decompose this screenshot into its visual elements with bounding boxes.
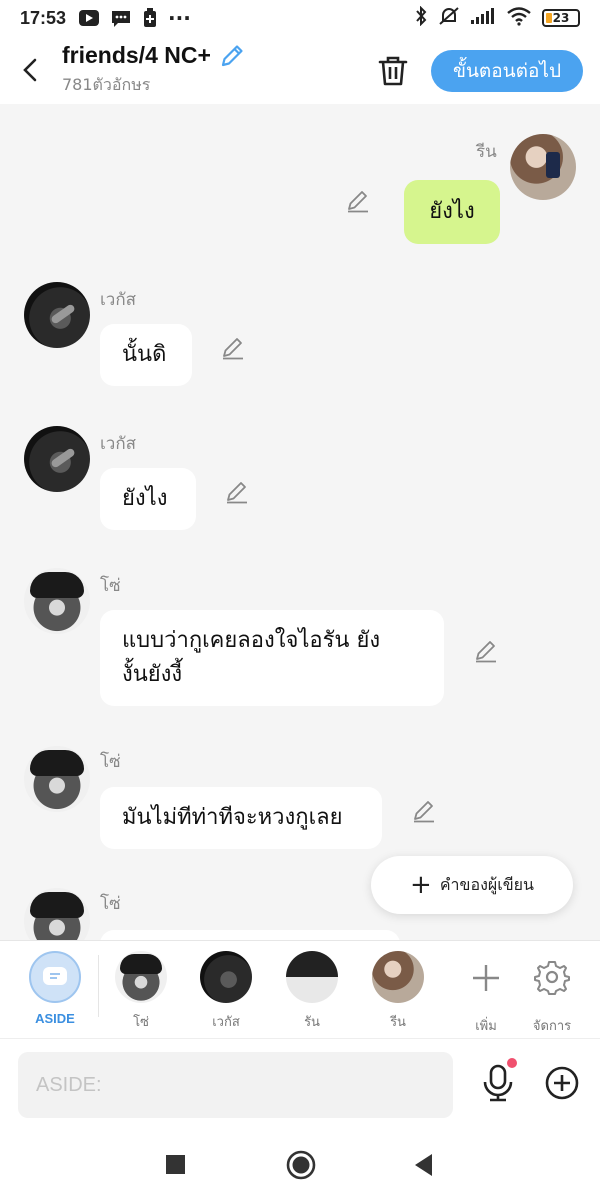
plus-icon [473, 965, 499, 991]
system-nav-bar [0, 1130, 600, 1200]
bluetooth-icon [414, 5, 428, 31]
message-icon [110, 8, 132, 28]
screen-record-icon [78, 8, 100, 28]
edit-message-icon[interactable] [345, 188, 371, 214]
avatar-so[interactable] [24, 746, 90, 812]
character-label: ASIDE [35, 1011, 75, 1026]
input-bar [0, 1038, 600, 1130]
gear-icon [534, 961, 570, 995]
microphone-icon[interactable] [480, 1063, 516, 1103]
next-step-button[interactable]: ขั้นตอนต่อไป [431, 50, 583, 92]
character-so[interactable]: โซ่ [106, 951, 176, 1032]
avatar-vegas[interactable] [24, 282, 90, 348]
message-bubble[interactable]: ยังไง [404, 180, 500, 244]
sender-name: โซ่ [100, 576, 121, 596]
plus-icon: + [410, 870, 432, 900]
character-label: รีน [390, 1015, 406, 1030]
character-aside[interactable]: ASIDE [20, 951, 90, 1026]
character-label: เวกัส [212, 1015, 240, 1030]
edit-message-icon[interactable] [220, 335, 246, 361]
message-bubble[interactable]: มันไม่ทีท่าทีจะหวงกูเลย [100, 787, 382, 849]
avatar-reen[interactable] [510, 134, 576, 200]
avatar [372, 951, 424, 1003]
edit-message-icon[interactable] [473, 638, 499, 664]
divider [98, 955, 99, 1017]
sender-name: เวกัส [100, 434, 137, 454]
status-bar: 17:53 ··· 23 [0, 0, 600, 36]
character-reen[interactable]: รีน [363, 951, 433, 1032]
author-note-label: คำของผู้เขียน [439, 874, 534, 894]
title-block: friends/4 NC+ 781ตัวอักษร [62, 42, 245, 98]
edit-message-icon[interactable] [411, 798, 437, 824]
message-input[interactable] [18, 1052, 453, 1118]
message-line: งั้นยังงี้ [122, 662, 183, 687]
back-triangle-button[interactable] [412, 1152, 434, 1178]
battery-level: 23 [552, 11, 570, 25]
author-note-button[interactable]: + คำของผู้เขียน [371, 856, 573, 914]
recents-button[interactable] [166, 1155, 185, 1174]
message-bubble[interactable]: แบบว่ากูเคยลองใจไอรัน ยัง งั้นยังงี้ [100, 610, 444, 706]
chat-area[interactable]: รีน ยังไง เวกัส นั้นดิ เวกัส ยังไง โซ่ แ… [0, 104, 600, 940]
wifi-icon [506, 6, 532, 31]
character-label: โซ่ [133, 1015, 149, 1030]
edit-title-icon[interactable] [219, 43, 245, 69]
notification-dot [507, 1058, 517, 1068]
message-bubble[interactable]: นั้นดิ [100, 324, 192, 386]
sender-name: เวกัส [100, 290, 137, 310]
character-vegas[interactable]: เวกัส [191, 951, 261, 1032]
avatar [115, 951, 167, 1003]
message-bubble[interactable]: ยังไง [100, 468, 196, 530]
add-circle-icon[interactable] [545, 1066, 579, 1100]
avatar [286, 951, 338, 1003]
message-line: แบบว่ากูเคยลองใจไอรัน ยัง [122, 628, 381, 653]
character-label: รัน [304, 1015, 320, 1030]
back-button[interactable] [6, 46, 54, 94]
manage-label: จัดการ [532, 1019, 572, 1034]
sender-name: รีน [476, 142, 497, 162]
avatar [200, 951, 252, 1003]
trash-icon[interactable] [376, 54, 410, 88]
app-header: friends/4 NC+ 781ตัวอักษร ขั้นตอนต่อไป [0, 36, 600, 104]
avatar-so[interactable] [24, 888, 90, 940]
character-bar: ASIDE โซ่ เวกัส รัน รีน เพิ่ม จัดการ [0, 940, 600, 1038]
add-label: เพิ่ม [475, 1019, 497, 1034]
sender-name: โซ่ [100, 752, 121, 772]
aside-icon [29, 951, 81, 1003]
more-notifications-icon: ··· [168, 6, 191, 30]
sender-name: โซ่ [100, 894, 121, 914]
character-count: 781ตัวอักษร [62, 75, 151, 94]
avatar-vegas[interactable] [24, 426, 90, 492]
chevron-left-icon [23, 58, 37, 82]
home-button[interactable] [286, 1150, 316, 1180]
manage-button[interactable]: จัดการ [517, 951, 587, 1036]
character-run[interactable]: รัน [277, 951, 347, 1032]
signal-icon [470, 6, 496, 31]
chat-title: friends/4 NC+ [62, 42, 211, 68]
status-time: 17:53 [20, 7, 67, 28]
message-bubble[interactable] [100, 930, 400, 940]
battery-icon: 23 [542, 9, 580, 27]
mute-icon [438, 6, 460, 31]
add-character-button[interactable]: เพิ่ม [451, 951, 521, 1036]
battery-saver-icon [142, 8, 158, 28]
edit-message-icon[interactable] [224, 479, 250, 505]
avatar-so[interactable] [24, 568, 90, 634]
